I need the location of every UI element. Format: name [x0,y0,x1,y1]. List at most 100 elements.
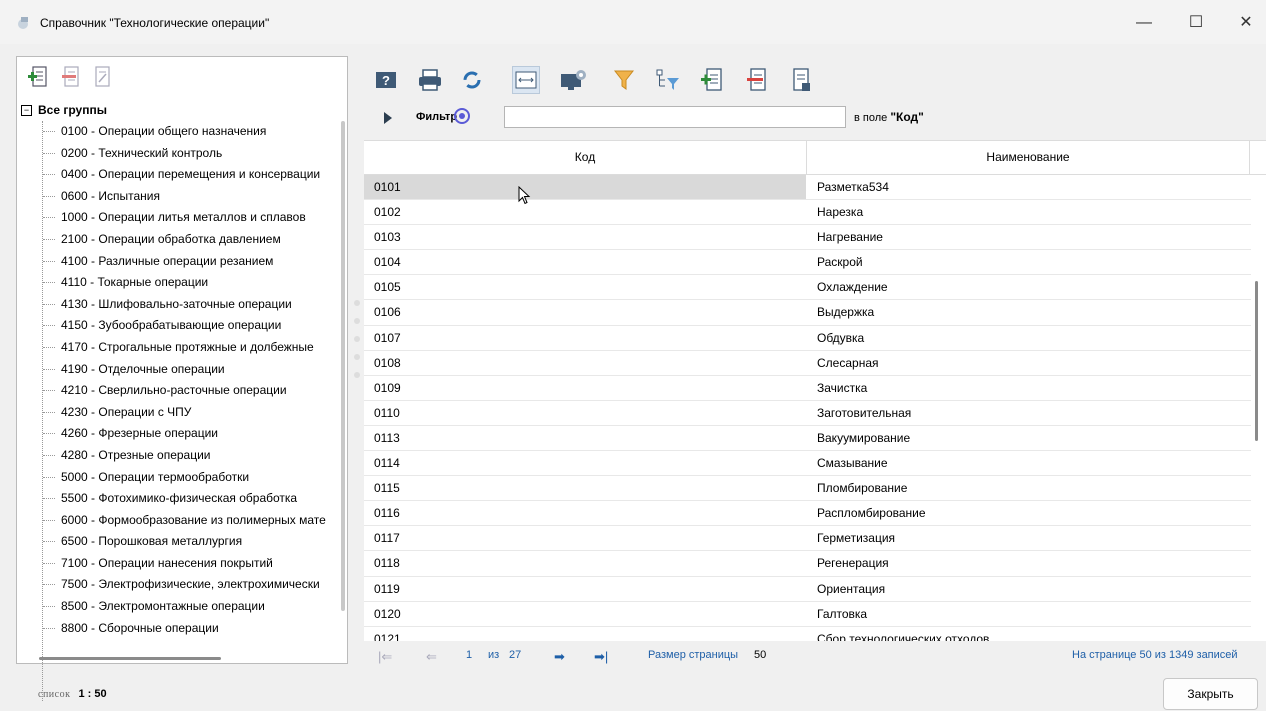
tree-item[interactable]: 4230 - Операции с ЧПУ [35,402,335,424]
cell-code[interactable]: 0121 [364,627,806,641]
cell-code[interactable]: 0102 [364,200,806,224]
cell-name[interactable]: Галтовка [807,602,1251,626]
delete-record-icon[interactable] [742,66,770,94]
cell-name[interactable]: Нарезка [807,200,1251,224]
page-size-value[interactable]: 50 [754,649,766,661]
print-icon[interactable] [416,66,444,94]
filter-radio[interactable] [454,108,470,124]
tree-item[interactable]: 4210 - Сверлильно-расточные операции [35,380,335,402]
tree-item[interactable]: 4150 - Зубообрабатывающие операции [35,315,335,337]
cell-name[interactable]: Пломбирование [807,476,1251,500]
tree-item[interactable]: 4110 - Токарные операции [35,272,335,294]
table-row[interactable]: 0121 Сбор технологических отходов [364,627,1251,641]
tree-item[interactable]: 6000 - Формообразование из полимерных ма… [35,510,335,532]
cell-code[interactable]: 0109 [364,376,806,400]
play-icon[interactable] [384,112,392,124]
tree-item[interactable]: 5000 - Операции термообработки [35,467,335,489]
cell-code[interactable]: 0119 [364,577,806,601]
minimize-button[interactable]: — [1124,10,1164,36]
table-row[interactable]: 0118 Регенерация [364,551,1251,577]
table-row[interactable]: 0120 Галтовка [364,602,1251,627]
cell-name[interactable]: Охлаждение [807,275,1251,299]
table-row[interactable]: 0115 Пломбирование [364,476,1251,502]
cell-code[interactable]: 0120 [364,602,806,626]
grid-vertical-scrollbar[interactable] [1255,281,1258,441]
cell-name[interactable]: Регенерация [807,551,1251,575]
table-row[interactable]: 0101 Разметка534 [364,175,1251,201]
edit-group-icon[interactable] [91,65,113,89]
close-window-button[interactable]: ✕ [1226,10,1266,36]
cell-name[interactable]: Вакуумирование [807,426,1251,450]
tree-item[interactable]: 1000 - Операции литья металлов и сплавов [35,207,335,229]
cell-code[interactable]: 0110 [364,401,806,425]
tree-item[interactable]: 0600 - Испытания [35,186,335,208]
export-icon[interactable] [788,66,816,94]
remove-group-icon[interactable] [59,65,81,89]
cell-name[interactable]: Разметка534 [807,175,1251,199]
tree-item[interactable]: 4100 - Различные операции резанием [35,251,335,273]
cell-name[interactable]: Нагревание [807,225,1251,249]
tree-root[interactable]: − Все группы [21,101,107,119]
cell-code[interactable]: 0108 [364,351,806,375]
cell-code[interactable]: 0106 [364,300,806,324]
cell-name[interactable]: Герметизация [807,526,1251,550]
table-row[interactable]: 0104 Раскрой [364,250,1251,276]
help-icon[interactable]: ? [372,66,400,94]
cell-name[interactable]: Слесарная [807,351,1251,375]
table-row[interactable]: 0117 Герметизация [364,526,1251,552]
cell-name[interactable]: Смазывание [807,451,1251,475]
current-page[interactable]: 1 [466,649,472,661]
cell-name[interactable]: Ориентация [807,577,1251,601]
cell-code[interactable]: 0107 [364,326,806,350]
tree-item[interactable]: 6500 - Порошковая металлургия [35,531,335,553]
cell-code[interactable]: 0116 [364,501,806,525]
cell-code[interactable]: 0113 [364,426,806,450]
tree-item[interactable]: 4170 - Строгальные протяжные и долбежные [35,337,335,359]
cell-code[interactable]: 0115 [364,476,806,500]
add-group-icon[interactable] [27,65,49,89]
tree-item[interactable]: 0400 - Операции перемещения и консерваци… [35,164,335,186]
cell-code[interactable]: 0114 [364,451,806,475]
table-row[interactable]: 0113 Вакуумирование [364,426,1251,452]
tree-vertical-scrollbar[interactable] [341,121,345,611]
monitor-settings-icon[interactable] [560,66,588,94]
tree-filter-icon[interactable] [654,66,682,94]
tree-item[interactable]: 4280 - Отрезные операции [35,445,335,467]
panel-splitter[interactable] [354,300,362,410]
tree-item[interactable]: 0200 - Технический контроль [35,143,335,165]
last-page-icon[interactable]: ➡| [594,649,608,665]
cell-code[interactable]: 0117 [364,526,806,550]
table-row[interactable]: 0107 Обдувка [364,326,1251,351]
cell-name[interactable]: Зачистка [807,376,1251,400]
cell-code[interactable]: 0103 [364,225,806,249]
prev-page-icon[interactable]: ⇐ [426,649,437,665]
collapse-icon[interactable]: − [21,105,32,117]
column-header-name[interactable]: Наименование [807,141,1250,174]
refresh-icon[interactable] [458,66,486,94]
tree-item[interactable]: 7100 - Операции нанесения покрытий [35,553,335,575]
cell-name[interactable]: Раскрой [807,250,1251,274]
add-record-icon[interactable] [698,66,726,94]
table-row[interactable]: 0106 Выдержка [364,300,1251,326]
cell-code[interactable]: 0118 [364,551,806,575]
filter-icon[interactable] [610,66,638,94]
tree-item[interactable]: 2100 - Операции обработка давлением [35,229,335,251]
tree-item[interactable]: 8500 - Электромонтажные операции [35,596,335,618]
tree-item[interactable]: 4130 - Шлифовально-заточные операции [35,294,335,316]
cell-name[interactable]: Заготовительная [807,401,1251,425]
tree-item[interactable]: 7500 - Электрофизические, электрохимичес… [35,574,335,596]
cell-name[interactable]: Распломбирование [807,501,1251,525]
column-header-code[interactable]: Код [364,141,807,174]
cell-name[interactable]: Выдержка [807,300,1251,324]
cell-name[interactable]: Сбор технологических отходов [807,627,1251,641]
table-row[interactable]: 0109 Зачистка [364,376,1251,401]
table-row[interactable]: 0110 Заготовительная [364,401,1251,426]
first-page-icon[interactable]: |⇐ [378,649,392,665]
table-row[interactable]: 0102 Нарезка [364,200,1251,226]
table-row[interactable]: 0114 Смазывание [364,451,1251,477]
tree-horizontal-scrollbar[interactable] [39,657,221,660]
table-row[interactable]: 0108 Слесарная [364,351,1251,376]
tree-item[interactable]: 0100 - Операции общего назначения [35,121,335,143]
table-row[interactable]: 0103 Нагревание [364,225,1251,251]
table-row[interactable]: 0116 Распломбирование [364,501,1251,527]
